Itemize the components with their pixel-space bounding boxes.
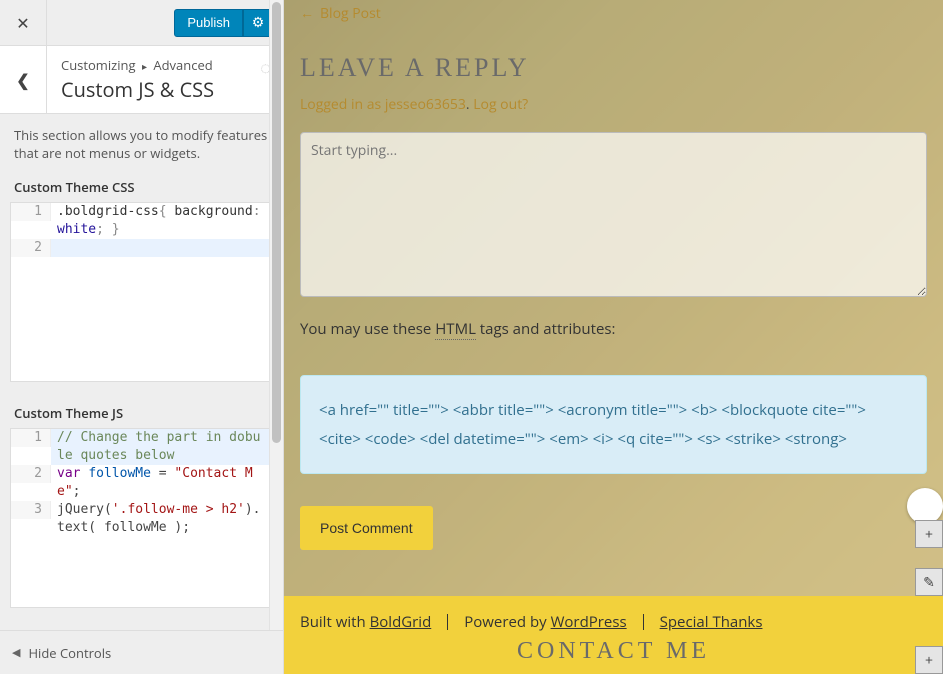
built-with: Built with BoldGrid bbox=[300, 612, 431, 632]
chevron-right-icon: ▸ bbox=[139, 59, 150, 73]
customizer-topbar: ✕ Publish ⚙ bbox=[0, 0, 283, 46]
chevron-left-icon: ❮ bbox=[16, 69, 29, 91]
triangle-left-icon: ◀ bbox=[12, 645, 20, 660]
contact-me-heading: CONTACT ME bbox=[284, 638, 943, 665]
comment-textarea[interactable] bbox=[300, 132, 927, 297]
code-line: .boldgrid-css{ background: white; } bbox=[51, 203, 272, 239]
section-description: This section allows you to modify featur… bbox=[0, 114, 283, 172]
wordpress-link[interactable]: WordPress bbox=[551, 612, 627, 632]
add-block-button[interactable]: + bbox=[915, 520, 943, 548]
divider bbox=[643, 614, 644, 630]
breadcrumb-root: Customizing bbox=[61, 56, 136, 74]
edit-block-button[interactable]: ✎ bbox=[915, 568, 943, 596]
js-editor[interactable]: 1 // Change the part in dobule quotes be… bbox=[10, 428, 273, 608]
code-line: jQuery('.follow-me > h2').text( followMe… bbox=[51, 501, 272, 537]
customizer-sidebar: ✕ Publish ⚙ ❮ Customizing ▸ Advanced Cus… bbox=[0, 0, 284, 674]
allowed-tags-box: <a href="" title=""> <abbr title=""> <ac… bbox=[300, 375, 927, 474]
arrow-left-icon: ← bbox=[300, 4, 314, 23]
close-icon: ✕ bbox=[16, 12, 29, 34]
powered-by: Powered by WordPress bbox=[464, 612, 626, 632]
code-line: // Change the part in dobule quotes belo… bbox=[51, 429, 272, 465]
hide-controls-button[interactable]: ◀ Hide Controls bbox=[0, 630, 283, 674]
section-header: ❮ Customizing ▸ Advanced Custom JS & CSS… bbox=[0, 46, 283, 114]
allowed-tags-label: You may use these HTML tags and attribut… bbox=[300, 319, 927, 339]
footer-edit-tools: + bbox=[915, 646, 943, 674]
html-abbr: HTML bbox=[435, 319, 476, 340]
plus-icon: + bbox=[925, 651, 933, 670]
hide-controls-label: Hide Controls bbox=[28, 644, 111, 662]
boldgrid-link[interactable]: BoldGrid bbox=[370, 612, 432, 632]
add-footer-block-button[interactable]: + bbox=[915, 646, 943, 674]
back-button[interactable]: ❮ bbox=[0, 46, 47, 113]
code-line: var followMe = "Contact Me"; bbox=[51, 465, 272, 501]
logged-in-link[interactable]: Logged in as jesseo63653 bbox=[300, 95, 466, 114]
reply-title: LEAVE A REPLY bbox=[300, 53, 927, 83]
breadcrumb-section: Advanced bbox=[153, 56, 212, 74]
breadcrumb: Customizing ▸ Advanced bbox=[61, 56, 269, 74]
edit-tools: + ✎ bbox=[915, 520, 943, 596]
js-field-label: Custom Theme JS bbox=[0, 398, 283, 428]
css-field-label: Custom Theme CSS bbox=[0, 172, 283, 202]
plus-icon: + bbox=[925, 525, 933, 544]
code-line bbox=[51, 239, 272, 257]
line-number: 1 bbox=[11, 203, 51, 221]
line-number: 2 bbox=[11, 239, 51, 257]
login-status: Logged in as jesseo63653. Log out? bbox=[300, 95, 927, 114]
post-comment-button[interactable]: Post Comment bbox=[300, 506, 433, 550]
page-title: Custom JS & CSS bbox=[61, 76, 269, 103]
previous-post-link[interactable]: ← Blog Post bbox=[300, 0, 381, 23]
close-customizer-button[interactable]: ✕ bbox=[0, 0, 47, 46]
site-preview: ← Blog Post LEAVE A REPLY Logged in as j… bbox=[284, 0, 943, 674]
site-footer: Built with BoldGrid Powered by WordPress… bbox=[284, 596, 943, 674]
sidebar-scrollbar[interactable] bbox=[269, 0, 283, 630]
gear-icon: ⚙ bbox=[252, 13, 265, 32]
previous-post-label: Blog Post bbox=[320, 4, 381, 23]
special-thanks-link[interactable]: Special Thanks bbox=[660, 612, 763, 632]
css-editor[interactable]: 1 .boldgrid-css{ background: white; } 2 bbox=[10, 202, 273, 382]
publish-button[interactable]: Publish bbox=[174, 9, 243, 37]
line-number: 2 bbox=[11, 465, 51, 483]
floating-edit-button[interactable] bbox=[907, 488, 943, 524]
pencil-icon: ✎ bbox=[923, 573, 935, 592]
logout-link[interactable]: Log out? bbox=[473, 95, 528, 114]
line-number: 1 bbox=[11, 429, 51, 447]
divider bbox=[447, 614, 448, 630]
line-number: 3 bbox=[11, 501, 51, 519]
